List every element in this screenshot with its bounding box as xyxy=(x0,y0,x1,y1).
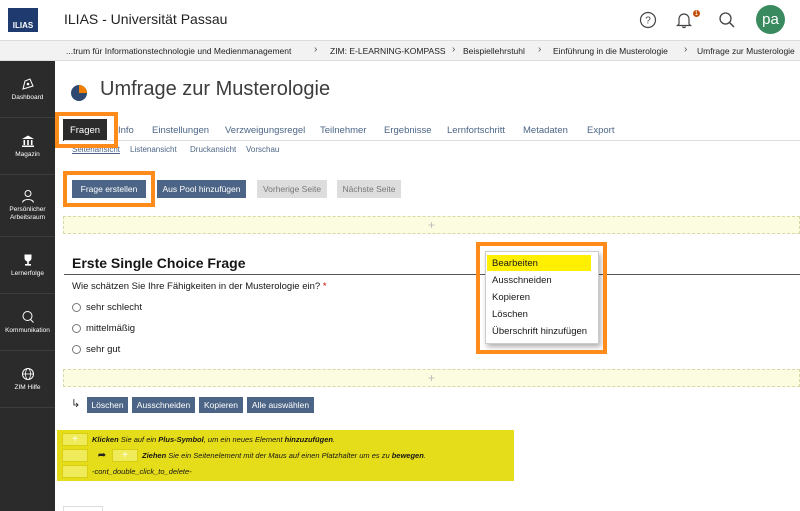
chevron-right-icon: › xyxy=(538,44,542,55)
answer-option[interactable]: sehr schlecht xyxy=(72,302,142,313)
answer-label: sehr schlecht xyxy=(86,302,142,313)
tab-export[interactable]: Export xyxy=(581,119,620,141)
help-text: Plus-Symbol xyxy=(158,435,204,444)
subtab-druckansicht[interactable]: Druckansicht xyxy=(190,145,236,154)
chevron-right-icon: › xyxy=(314,44,318,55)
breadcrumb-item-current[interactable]: Umfrage zur Musterologie xyxy=(697,46,795,56)
tab-lernfortschritt[interactable]: Lernfortschritt xyxy=(441,119,511,141)
breadcrumb-item[interactable]: ...trum für Informationstechnologie und … xyxy=(66,46,291,56)
help-text: bewegen xyxy=(391,451,424,460)
plus-icon: + xyxy=(62,433,88,446)
tab-divider xyxy=(64,140,800,141)
radio-button[interactable] xyxy=(72,324,81,333)
next-page-button[interactable]: Nächste Seite xyxy=(337,180,401,198)
previous-page-button[interactable]: Vorherige Seite xyxy=(257,180,327,198)
trophy-icon xyxy=(24,254,31,266)
arrow-right-icon: ➦ xyxy=(97,450,107,461)
help-text: Klicken xyxy=(92,435,119,444)
blank-cell xyxy=(62,465,88,478)
question-text-label: Wie schätzen Sie Ihre Fähigkeiten in der… xyxy=(72,281,321,292)
chevron-right-icon: › xyxy=(684,44,688,55)
highlight-frame-tab xyxy=(55,112,118,148)
sidebar-item-label: Kommunikation xyxy=(5,326,50,334)
help-row: -cont_double_click_to_delete- xyxy=(62,464,192,479)
radio-button[interactable] xyxy=(72,345,81,354)
answer-label: sehr gut xyxy=(86,344,121,355)
tab-einstellungen[interactable]: Einstellungen xyxy=(146,119,215,141)
sidebar-item-label: ZIM Hilfe xyxy=(14,383,41,391)
sidebar-item-kommunikation[interactable]: Kommunikation xyxy=(0,294,55,351)
user-avatar[interactable]: pa xyxy=(756,5,785,34)
highlight-frame-create xyxy=(63,171,155,207)
answer-option[interactable]: sehr gut xyxy=(72,344,120,355)
breadcrumb-item[interactable]: ZIM: E-LEARNING-KOMPASS xyxy=(330,46,446,56)
help-circle-icon[interactable]: ? xyxy=(638,10,658,30)
tab-verzweigungsregel[interactable]: Verzweigungsregel xyxy=(219,119,311,141)
top-header: ILIAS ILIAS - Universität Passau ? 1 pa xyxy=(0,0,800,41)
help-text: . xyxy=(423,451,426,460)
blank-cell xyxy=(62,449,88,462)
sidebar-item-label: Persönlicher Arbeitsraum xyxy=(9,206,46,221)
answer-option[interactable]: mittelmäßig xyxy=(72,323,135,334)
question-text: Wie schätzen Sie Ihre Fähigkeiten in der… xyxy=(72,281,327,292)
sidebar-item-label: Lernerfolge xyxy=(11,269,44,277)
help-text: Sie auf ein xyxy=(118,435,159,444)
subtab-vorschau[interactable]: Vorschau xyxy=(246,145,279,154)
globe-icon xyxy=(21,367,34,380)
add-element-dropzone[interactable]: + xyxy=(63,216,800,234)
answer-label: mittelmäßig xyxy=(86,323,136,334)
tab-ergebnisse[interactable]: Ergebnisse xyxy=(378,119,438,141)
arrow-turn-icon: ↳ xyxy=(71,398,81,410)
copy-button[interactable]: Kopieren xyxy=(199,397,243,413)
help-text: -cont_double_click_to_delete- xyxy=(92,467,192,476)
breadcrumb-item[interactable]: Einführung in die Musterologie xyxy=(553,46,668,56)
next-block-stub xyxy=(63,506,103,511)
cut-button[interactable]: Ausschneiden xyxy=(132,397,195,413)
bank-icon xyxy=(21,135,34,147)
plus-icon: + xyxy=(112,449,138,462)
sidebar-item-dashboard[interactable]: Dashboard xyxy=(0,61,55,118)
chat-icon xyxy=(22,310,34,323)
sidebar-item-zim-hilfe[interactable]: ZIM Hilfe xyxy=(0,351,55,408)
user-icon xyxy=(21,190,34,203)
help-text: . xyxy=(332,435,336,444)
subtab-listenansicht[interactable]: Listenansicht xyxy=(130,145,177,154)
notification-badge: 1 xyxy=(693,10,700,17)
question-divider xyxy=(64,274,800,275)
help-row: + Klicken Sie auf ein Plus-Symbol, um ei… xyxy=(62,432,335,447)
survey-icon xyxy=(70,84,88,102)
help-text: Sie ein Seitenelement mit der Maus auf e… xyxy=(166,451,392,460)
page-title: Umfrage zur Musterologie xyxy=(100,78,331,100)
help-row: ➦ + Ziehen Sie ein Seitenelement mit der… xyxy=(62,448,426,463)
delete-button[interactable]: Löschen xyxy=(87,397,128,413)
help-box: + Klicken Sie auf ein Plus-Symbol, um ei… xyxy=(57,430,514,481)
app-title: ILIAS - Universität Passau xyxy=(64,11,228,27)
sidebar-item-label: Dashboard xyxy=(11,93,44,101)
svg-text:?: ? xyxy=(645,16,651,27)
highlight-frame-menu xyxy=(476,242,607,354)
tab-metadaten[interactable]: Metadaten xyxy=(517,119,574,141)
chevron-right-icon: › xyxy=(452,44,456,55)
add-element-dropzone[interactable]: + xyxy=(63,369,800,387)
tab-teilnehmer[interactable]: Teilnehmer xyxy=(314,119,372,141)
sidebar-item-label: Magazin xyxy=(15,150,40,158)
question-title: Erste Single Choice Frage xyxy=(72,255,246,271)
sidebar-item-lernerfolge[interactable]: Lernerfolge xyxy=(0,237,55,294)
breadcrumb-item[interactable]: Beispiellehrstuhl xyxy=(463,46,525,56)
bell-icon[interactable] xyxy=(674,10,694,30)
help-text: Ziehen xyxy=(142,451,167,460)
sidebar-item-workspace[interactable]: Persönlicher Arbeitsraum xyxy=(0,175,55,237)
dashboard-icon xyxy=(21,77,34,90)
select-all-button[interactable]: Alle auswählen xyxy=(247,397,314,413)
add-from-pool-button[interactable]: Aus Pool hinzufügen xyxy=(157,180,246,198)
sidebar-item-magazin[interactable]: Magazin xyxy=(0,118,55,175)
required-mark: * xyxy=(322,281,327,292)
help-text: , um ein neues Element xyxy=(203,435,285,444)
search-icon[interactable] xyxy=(717,10,737,30)
main-sidebar: Dashboard Magazin Persönlicher Arbeitsra… xyxy=(0,61,55,511)
radio-button[interactable] xyxy=(72,303,81,312)
ilias-logo[interactable]: ILIAS xyxy=(8,8,38,32)
breadcrumb: ...trum für Informationstechnologie und … xyxy=(0,41,800,61)
help-text: hinzuzufügen xyxy=(284,435,333,444)
